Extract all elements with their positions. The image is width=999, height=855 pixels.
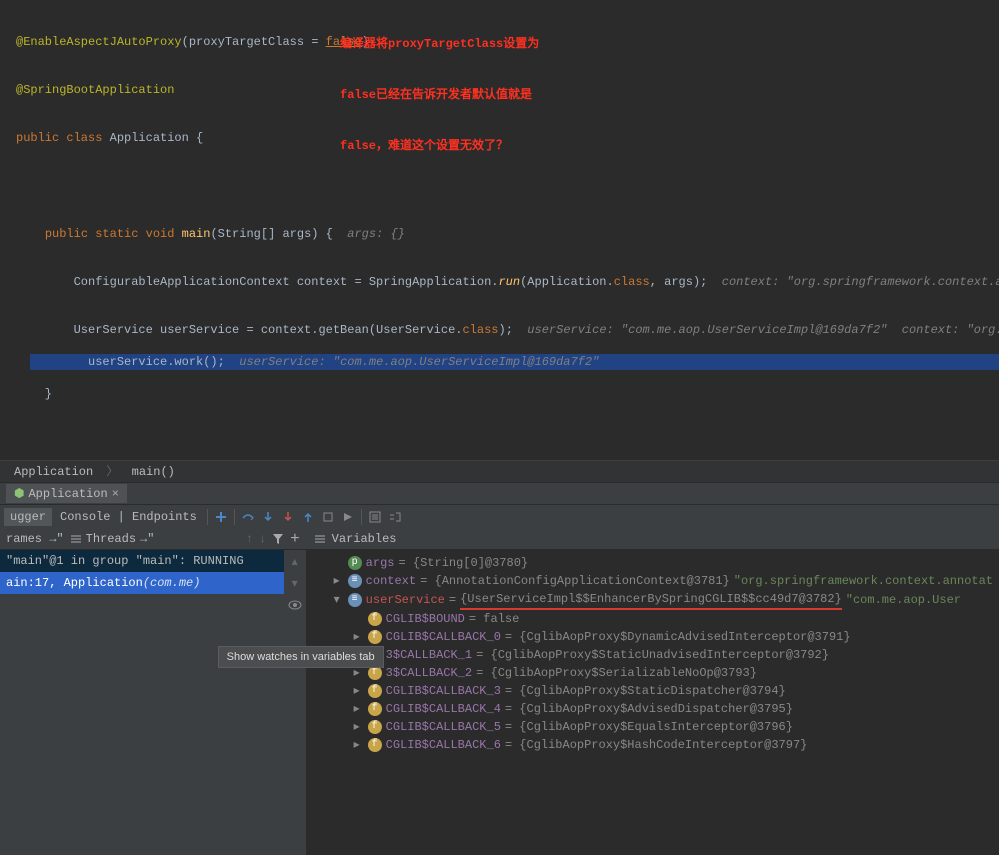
breadcrumb-method[interactable]: main() [132,465,175,479]
frames-tab[interactable]: rames →" [6,532,64,546]
var-cglib-bound[interactable]: f CGLIB$BOUND = false [312,610,993,628]
var-args[interactable]: p args = {String[0]@3780} [312,554,993,572]
move-up-icon[interactable]: ▴ [284,550,306,572]
breadcrumb-class[interactable]: Application [14,465,93,479]
run-to-cursor-icon[interactable] [339,508,357,526]
evaluate-expression-icon[interactable] [366,508,384,526]
watches-icon[interactable] [284,594,306,616]
var-callback-4[interactable]: ▸f CGLIB$CALLBACK_4 = {CglibAopProxy$Adv… [312,700,993,718]
frames-pane: rames →" Threads →" ↑ ↓ + "main"@1 in gr… [0,528,306,855]
var-callback-5[interactable]: ▸f CGLIB$CALLBACK_5 = {CglibAopProxy$Equ… [312,718,993,736]
variables-pane: Variables ▴ ▾ p args = {String[0]@3780} … [306,528,999,855]
var-callback-6[interactable]: ▸f CGLIB$CALLBACK_6 = {CglibAopProxy$Has… [312,736,993,754]
step-into-icon[interactable] [259,508,277,526]
debug-icon: ⬢ [14,486,24,501]
threads-tab[interactable]: Threads →" [70,532,155,546]
filter-icon[interactable] [272,533,284,545]
run-tab-bar: ⬢ Application × [0,482,999,504]
var-callback-2[interactable]: ▸f 3$CALLBACK_2 = {CglibAopProxy$Seriali… [312,664,993,682]
close-icon[interactable]: × [112,487,119,501]
var-callback-0[interactable]: ▸f CGLIB$CALLBACK_0 = {CglibAopProxy$Dyn… [312,628,993,646]
var-userservice[interactable]: ▾≡ userService = {UserServiceImpl$$Enhan… [312,590,993,610]
annotation-callout: 编译器将proxyTargetClass设置为 false已经在告诉开发者默认值… [340,2,539,189]
move-down-icon[interactable]: ▾ [284,572,306,594]
run-tab-application[interactable]: ⬢ Application × [6,484,127,503]
active-line: userService.work(); userService: "com.me… [30,354,999,370]
var-callback-1[interactable]: ▸f 3$CALLBACK_1 = {CglibAopProxy$StaticU… [312,646,993,664]
stack-frame-row[interactable]: ain:17, Application (com.me) [0,572,306,594]
next-frame-icon[interactable]: ↓ [259,532,266,546]
show-execution-point-icon[interactable] [212,508,230,526]
force-step-into-icon[interactable] [279,508,297,526]
step-out-icon[interactable] [299,508,317,526]
tooltip-show-watches: Show watches in variables tab [218,646,384,668]
tab-debugger[interactable]: ugger [4,508,52,526]
add-icon[interactable]: + [290,530,300,548]
breadcrumb[interactable]: Application 〉 main() [0,460,999,482]
var-callback-3[interactable]: ▸f CGLIB$CALLBACK_3 = {CglibAopProxy$Sta… [312,682,993,700]
debugger-toolbar: ugger Console | Endpoints [0,504,999,528]
list-icon [314,534,326,544]
step-over-icon[interactable] [239,508,257,526]
prev-frame-icon[interactable]: ↑ [246,532,253,546]
tab-console-endpoints[interactable]: Console | Endpoints [54,508,203,526]
var-context[interactable]: ▸≡ context = {AnnotationConfigApplicatio… [312,572,993,590]
drop-frame-icon[interactable] [319,508,337,526]
thread-row[interactable]: "main"@1 in group "main": RUNNING ▾ [0,550,306,572]
chevron-right-icon: 〉 [106,465,118,479]
code-editor[interactable]: @EnableAspectJAutoProxy(proxyTargetClass… [0,0,999,460]
trace-current-stream-icon[interactable] [386,508,404,526]
